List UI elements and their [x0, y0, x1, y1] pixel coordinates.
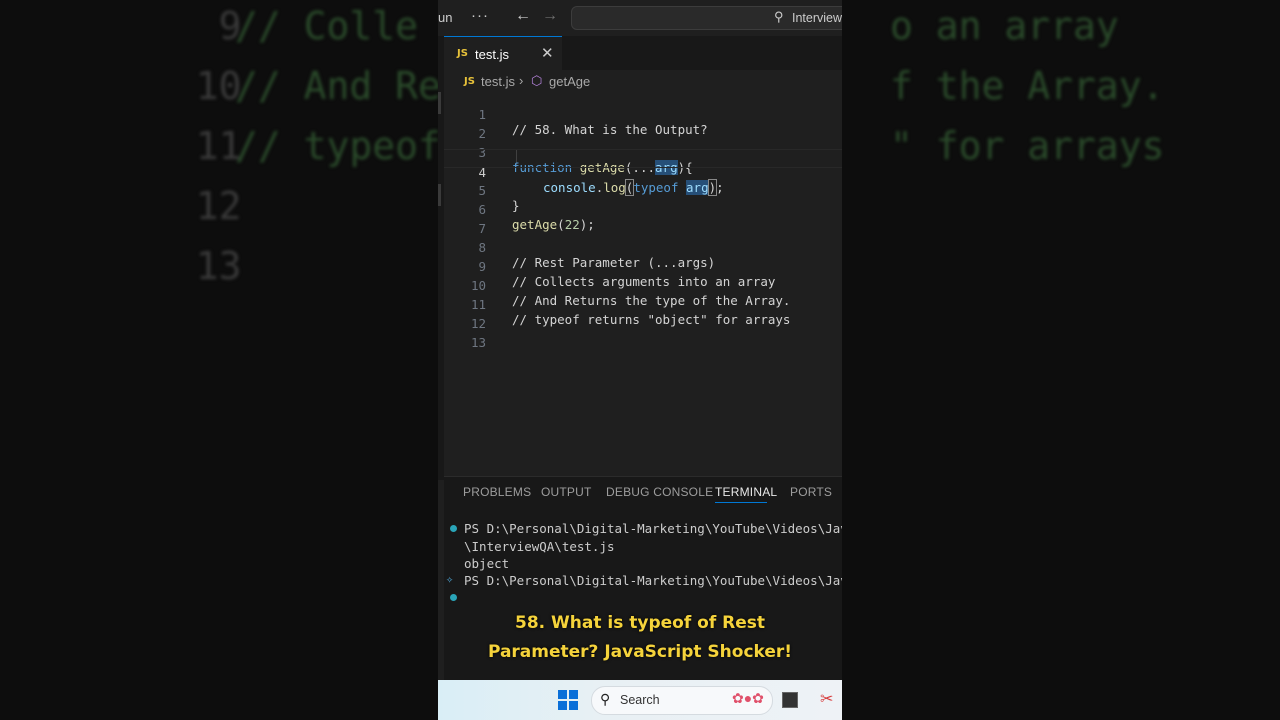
bg-line-number: 9: [218, 4, 242, 48]
back-arrow-icon[interactable]: ←: [515, 7, 531, 25]
code-line: 5 }: [444, 168, 842, 213]
editor-tab-bar: JS test.js ✕: [444, 36, 842, 70]
tab-debug-console[interactable]: DEBUG CONSOLE: [606, 485, 713, 499]
run-menu[interactable]: un: [438, 10, 452, 25]
breadcrumb: JS test.js › ⬡ getAge: [444, 72, 842, 92]
bg-line-code: f the Array.: [890, 64, 1165, 108]
code-line: 9 // Collects arguments into an array: [444, 244, 842, 289]
bg-line: 9 // Colle: [0, 0, 418, 60]
tab-problems[interactable]: PROBLEMS: [463, 485, 531, 499]
bg-line-number: 10: [195, 64, 242, 108]
tab-output[interactable]: OUTPUT: [541, 485, 592, 499]
code-line: 12: [444, 301, 842, 331]
command-center-search[interactable]: ⚲ Interview: [571, 6, 842, 30]
method-symbol-icon: ⬡: [531, 73, 543, 88]
chevron-right-icon: ›: [519, 73, 524, 88]
code-line: 10 // And Returns the type of the Array.: [444, 263, 842, 308]
background-left: 9 // Colle 10 // And Re 11 // typeof 12 …: [0, 0, 438, 720]
terminal-line: PS D:\Personal\Digital-Marketing\YouTube…: [464, 573, 842, 588]
tab-test-js[interactable]: JS test.js ✕: [444, 36, 562, 70]
forward-arrow-icon[interactable]: →: [542, 7, 558, 25]
bg-line: 10 // And Re: [0, 60, 438, 120]
code-line: 13: [444, 320, 842, 350]
search-highlight-icon: ✿●✿: [732, 690, 764, 706]
bg-line-number: 13: [195, 244, 242, 288]
bg-line-code: // Colle: [235, 4, 419, 48]
bg-line-code: // typeof: [235, 124, 438, 168]
bg-line: 12: [0, 180, 242, 240]
line-number: 13: [470, 335, 486, 350]
background-right: o an array f the Array. " for arrays: [842, 0, 1280, 720]
windows-start-icon[interactable]: [558, 690, 578, 710]
caption-line: 58. What is typeof of Rest: [514, 613, 766, 633]
terminal-line: PS D:\Personal\Digital-Marketing\YouTube…: [464, 521, 842, 536]
code-line: 8 // Rest Parameter (...args): [444, 225, 842, 270]
bg-line: " for arrays: [842, 120, 1165, 180]
vscode-window: un ··· ← → ⚲ Interview JS test.js ✕ JS t…: [438, 0, 842, 720]
close-icon[interactable]: ✕: [541, 44, 554, 62]
code-line: 3 function getAge(...arg){: [444, 130, 842, 175]
taskbar-search[interactable]: ⚲ Search ✿●✿: [591, 686, 773, 715]
code-line: 1 // 58. What is the Output?: [444, 92, 842, 137]
more-menu-icon[interactable]: ···: [471, 7, 489, 24]
search-icon: ⚲: [600, 691, 611, 707]
bg-line: 13: [0, 240, 242, 300]
javascript-file-icon: JS: [457, 48, 468, 59]
bg-line-code: o an array: [890, 4, 1119, 48]
bg-line-code: // And Re: [235, 64, 438, 108]
search-icon: ⚲: [774, 9, 784, 24]
scroll-marker: [438, 92, 441, 114]
bg-line-code: " for arrays: [890, 124, 1165, 168]
code-line: 2: [444, 111, 842, 141]
title-bar: un ··· ← → ⚲ Interview: [438, 0, 842, 36]
command-center-text: Interview: [792, 11, 842, 25]
command-success-dot: [450, 525, 457, 532]
tab-ports[interactable]: PORTS: [790, 485, 832, 499]
taskbar-app-icon[interactable]: [782, 692, 798, 708]
code-line: 6 getAge(22);: [444, 187, 842, 232]
caption-line: Parameter? JavaScript Shocker!: [487, 642, 793, 662]
tab-label: test.js: [475, 47, 509, 62]
terminal-line: object: [464, 556, 510, 571]
terminal-line: \InterviewQA\test.js: [464, 539, 615, 554]
breadcrumb-symbol[interactable]: getAge: [549, 74, 590, 89]
scroll-marker: [438, 184, 441, 206]
bg-line-number: 11: [195, 124, 242, 168]
breadcrumb-file[interactable]: test.js: [481, 74, 515, 89]
command-pending-dot: [450, 594, 457, 601]
bg-line: 11 // typeof: [0, 120, 438, 180]
bg-line: f the Array.: [842, 60, 1165, 120]
sparkle-icon[interactable]: ✧: [446, 572, 453, 586]
tab-terminal[interactable]: TERMINAL: [715, 485, 777, 499]
active-tab-indicator: [715, 502, 767, 503]
windows-taskbar: ⚲ Search ✿●✿ ✂: [438, 680, 842, 720]
code-line: 11 // typeof returns "object" for arrays: [444, 282, 842, 327]
bg-line: o an array: [842, 0, 1119, 60]
javascript-file-icon: JS: [464, 76, 475, 87]
taskbar-search-label: Search: [620, 693, 660, 707]
code-line: 7: [444, 206, 842, 236]
video-caption: 58. What is typeof of Rest Parameter? Ja…: [438, 609, 842, 667]
bg-line-number: 12: [195, 184, 242, 228]
code-line-current: 4 console.log(typeof arg);: [444, 149, 842, 196]
code-editor[interactable]: 1 // 58. What is the Output? 2 3 functio…: [444, 92, 842, 472]
snipping-tool-icon[interactable]: ✂: [820, 689, 833, 709]
